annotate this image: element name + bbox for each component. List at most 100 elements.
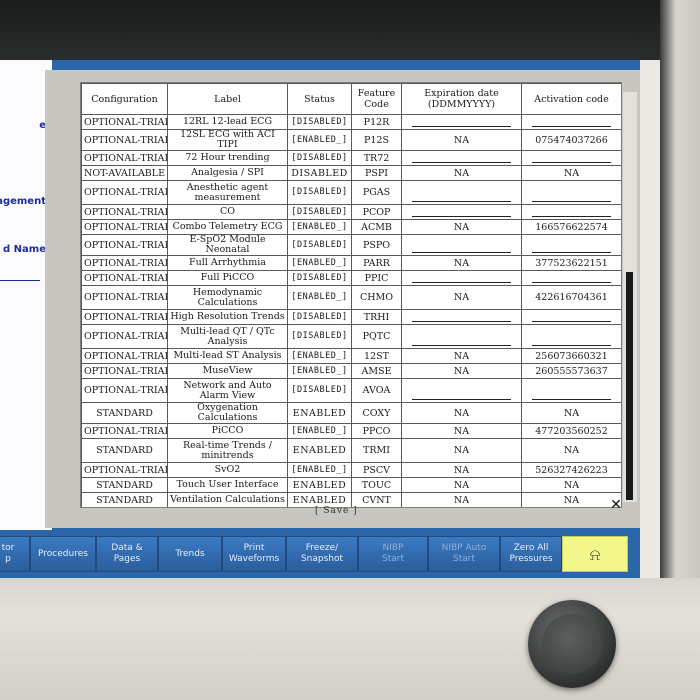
table-row[interactable]: OPTIONAL-TRIAL 12SL ECG with ACI TIPI [ENA… <box>81 129 621 151</box>
table-row[interactable]: OPTIONAL-TRIAL 12RL 12-lead ECG [DISABLED]… <box>81 114 621 130</box>
header-expiration-date: Expiration date (DDMMYYYY) <box>401 83 522 115</box>
cell-activation-code <box>521 204 621 220</box>
cell-expiration-date: NA <box>401 129 522 151</box>
cell-configuration: OPTIONAL-TRIAL <box>81 378 168 403</box>
cell-expiration-date <box>401 114 522 130</box>
cell-feature-code: PCOP <box>351 204 402 220</box>
table-row[interactable]: OPTIONAL-TRIAL Hemodynamic Calculations [E… <box>81 285 621 310</box>
table-row[interactable]: OPTIONAL-TRIAL 72 Hour trending [DISABLED]… <box>81 150 621 166</box>
trends-button[interactable]: Trends <box>158 536 222 572</box>
table-row[interactable]: OPTIONAL-TRIAL E-SpO2 Module Neonatal [DIS… <box>81 234 621 256</box>
close-icon[interactable]: ✕ <box>607 496 625 514</box>
freeze-snapshot-button[interactable]: Freeze/ Snapshot <box>286 536 358 572</box>
cell-expiration-date: NA <box>401 423 522 439</box>
print-waveforms-button[interactable]: Print Waveforms <box>222 536 286 572</box>
alarm-silence-icon: ⍾ <box>589 544 601 564</box>
cell-configuration: OPTIONAL-TRIAL <box>81 150 168 166</box>
cell-feature-code: CVNT <box>351 492 402 507</box>
table-row[interactable]: OPTIONAL-TRIAL High Resolution Trends [DIS… <box>81 309 621 325</box>
cell-configuration: OPTIONAL-TRIAL <box>81 462 168 478</box>
cell-label: 12SL ECG with ACI TIPI <box>167 129 288 151</box>
cell-expiration-date <box>401 378 522 403</box>
cell-expiration-date: NA <box>401 165 522 181</box>
cell-label: E-SpO2 Module Neonatal <box>167 234 288 256</box>
table-row[interactable]: OPTIONAL-TRIAL CO [DISABLED] PCOP <box>81 204 621 220</box>
trim-knob-center[interactable] <box>542 614 602 674</box>
cell-label: Network and Auto Alarm View <box>167 378 288 403</box>
cell-expiration-date: NA <box>401 285 522 310</box>
cell-label: MuseView <box>167 363 288 379</box>
cell-label: Multi-lead QT / QTc Analysis <box>167 324 288 349</box>
cell-label: High Resolution Trends <box>167 309 288 325</box>
table-row[interactable]: OPTIONAL-TRIAL Anesthetic agent measureme… <box>81 180 621 205</box>
cell-feature-code: TR72 <box>351 150 402 166</box>
cell-status: [DISABLED] <box>287 180 352 205</box>
table-row[interactable]: OPTIONAL-TRIAL Multi-lead QT / QTc Analys… <box>81 324 621 349</box>
table-row[interactable]: STANDARD Oxygenation Calculations ENABLED C… <box>81 402 621 424</box>
monitor-bezel-right <box>660 0 700 600</box>
cell-feature-code: TOUC <box>351 477 402 493</box>
toolbar-button-label: Print Waveforms <box>228 543 280 564</box>
table-row[interactable]: OPTIONAL-TRIAL PiCCO [ENABLED_] PPCO NA 47720… <box>81 423 621 439</box>
cell-status: [DISABLED] <box>287 270 352 286</box>
table-row[interactable]: OPTIONAL-TRIAL Full PiCCO [DISABLED] PPIC <box>81 270 621 286</box>
cell-configuration: OPTIONAL-TRIAL <box>81 204 168 220</box>
trim-knob[interactable] <box>528 600 616 688</box>
cell-label: Oxygenation Calculations <box>167 402 288 424</box>
cell-configuration: OPTIONAL-TRIAL <box>81 180 168 205</box>
cell-configuration: NOT-AVAILABLE <box>81 165 168 181</box>
cell-configuration: OPTIONAL-TRIAL <box>81 219 168 235</box>
table-row[interactable]: OPTIONAL-TRIAL SvO2 [ENABLED_] PSCV NA 526327… <box>81 462 621 478</box>
cell-feature-code: PARR <box>351 255 402 271</box>
table-row[interactable]: STANDARD Real-time Trends / minitrends ENA… <box>81 438 621 463</box>
cell-status: ENABLED <box>287 402 352 424</box>
nibp-start-button[interactable]: NIBP Start <box>358 536 428 572</box>
cell-status: [ENABLED_] <box>287 255 352 271</box>
nibp-auto-start-button[interactable]: NIBP Auto Start <box>428 536 500 572</box>
zero-all-pressures-button[interactable]: Zero All Pressures <box>500 536 562 572</box>
monitor-button[interactable]: tor p <box>0 536 30 572</box>
procedures-button[interactable]: Procedures <box>30 536 96 572</box>
table-row[interactable]: OPTIONAL-TRIAL Multi-lead ST Analysis [ENA… <box>81 348 621 364</box>
cell-configuration: OPTIONAL-TRIAL <box>81 285 168 310</box>
save-button[interactable]: [ Save ] <box>315 506 358 516</box>
cell-feature-code: PSCV <box>351 462 402 478</box>
cell-feature-code: PQTC <box>351 324 402 349</box>
cell-activation-code: 256073660321 <box>521 348 621 364</box>
cell-feature-code: PGAS <box>351 180 402 205</box>
cell-activation-code <box>521 114 621 130</box>
cell-label: Ventilation Calculations <box>167 492 288 507</box>
cell-activation-code: 377523622151 <box>521 255 621 271</box>
table-row[interactable]: OPTIONAL-TRIAL Full Arrhythmia [ENABLED_] P… <box>81 255 621 271</box>
table-row[interactable]: OPTIONAL-TRIAL MuseView [ENABLED_] AMSE NA 26… <box>81 363 621 379</box>
cell-label: PiCCO <box>167 423 288 439</box>
cell-configuration: OPTIONAL-TRIAL <box>81 114 168 130</box>
cell-activation-code <box>521 180 621 205</box>
table-row[interactable]: OPTIONAL-TRIAL Combo Telemetry ECG [ENABLE… <box>81 219 621 235</box>
alarm-silence-button[interactable]: ⍾ <box>562 536 628 572</box>
cell-expiration-date: NA <box>401 219 522 235</box>
table-row[interactable]: NOT-AVAILABLE Analgesia / SPI DISABLED PSPI… <box>81 165 621 181</box>
cell-expiration-date <box>401 150 522 166</box>
data-pages-button[interactable]: Data & Pages <box>96 536 158 572</box>
cell-expiration-date <box>401 324 522 349</box>
cell-activation-code: NA <box>521 438 621 463</box>
cell-feature-code: PSPO <box>351 234 402 256</box>
table-scrollbar[interactable] <box>623 92 637 502</box>
cell-configuration: OPTIONAL-TRIAL <box>81 270 168 286</box>
toolbar-button-label: Zero All Pressures <box>509 543 553 564</box>
table-row[interactable]: STANDARD Touch User Interface ENABLED TOUC N… <box>81 477 621 493</box>
cell-label: Hemodynamic Calculations <box>167 285 288 310</box>
cell-configuration: OPTIONAL-TRIAL <box>81 309 168 325</box>
cell-status: [DISABLED] <box>287 234 352 256</box>
cell-activation-code <box>521 378 621 403</box>
cell-expiration-date: NA <box>401 363 522 379</box>
toolbar-button-label: Freeze/ Snapshot <box>300 543 344 564</box>
cell-activation-code <box>521 270 621 286</box>
cell-expiration-date: NA <box>401 438 522 463</box>
cell-feature-code: PPIC <box>351 270 402 286</box>
scrollbar-thumb[interactable] <box>626 272 633 500</box>
feature-options-dialog: Configuration Label Status Feature Code … <box>45 70 640 528</box>
cell-label: Combo Telemetry ECG <box>167 219 288 235</box>
table-row[interactable]: OPTIONAL-TRIAL Network and Auto Alarm Vie… <box>81 378 621 403</box>
